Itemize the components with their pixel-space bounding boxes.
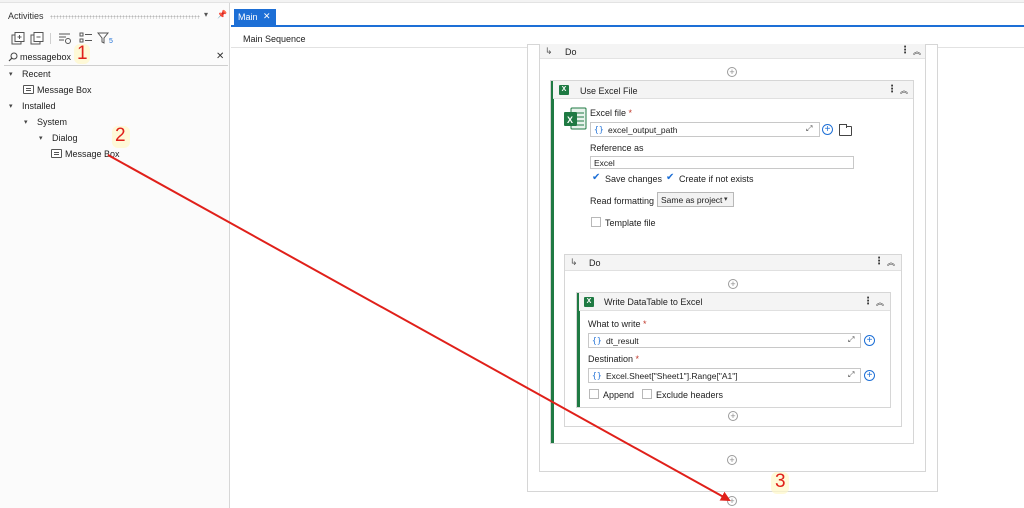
chevron-down-icon[interactable]: ▾: [724, 195, 728, 203]
what-to-write-value: dt_result: [606, 336, 639, 346]
search-icon: [8, 52, 18, 62]
breadcrumb[interactable]: Main Sequence: [243, 34, 306, 44]
read-formatting-select[interactable]: Same as project: [657, 192, 734, 207]
read-formatting-value: Same as project: [661, 195, 723, 205]
plus-icon[interactable]: +: [728, 411, 738, 421]
reference-as-field[interactable]: [590, 156, 854, 169]
filter-icon[interactable]: 5: [97, 32, 115, 45]
plus-icon[interactable]: +: [727, 67, 737, 77]
expression-braces-icon: {}: [592, 371, 602, 380]
tree-item-message-box[interactable]: Message Box: [65, 149, 120, 159]
kebab-icon[interactable]: ⋮: [874, 256, 884, 267]
inner-do-header[interactable]: [565, 255, 901, 271]
kebab-icon[interactable]: ⋮: [900, 45, 910, 56]
clear-icon[interactable]: ✕: [216, 51, 224, 62]
tab-main-label: Main: [238, 12, 258, 22]
chevron-down-icon[interactable]: ▾: [39, 134, 43, 142]
svg-text:X: X: [567, 115, 573, 125]
expand-editor-icon[interactable]: ⤢: [848, 370, 854, 380]
document-tab-bar: [231, 9, 1024, 27]
excel-file-value: excel_output_path: [608, 125, 678, 135]
plus-icon[interactable]: +: [822, 124, 833, 135]
destination-label-text: Destination: [588, 354, 634, 364]
show-recent-icon[interactable]: [58, 32, 72, 45]
destination-label: Destination *: [588, 354, 639, 364]
template-file-label: Template file: [605, 218, 656, 228]
message-box-icon: [51, 149, 62, 158]
annotation-step-3: 3: [775, 471, 786, 492]
expand-editor-icon[interactable]: ⤢: [848, 335, 854, 345]
kebab-icon[interactable]: ⋮: [887, 84, 897, 95]
reference-as-label: Reference as: [590, 143, 644, 153]
tree-item-message-box-recent[interactable]: Message Box: [37, 85, 92, 95]
pin-icon[interactable]: 📌: [217, 10, 227, 19]
folder-icon[interactable]: [839, 124, 852, 136]
expression-braces-icon: {}: [594, 125, 604, 134]
plus-icon[interactable]: +: [864, 335, 875, 346]
panel-drag-grip[interactable]: [50, 15, 200, 19]
toolbar-divider: [50, 33, 51, 44]
inner-do-label: Do: [589, 258, 601, 268]
annotation-step-1: 1: [77, 43, 88, 64]
chevron-down-icon[interactable]: ▾: [9, 70, 13, 78]
tree-group-recent[interactable]: Recent: [22, 69, 51, 79]
collapse-icon[interactable]: ︽: [913, 46, 921, 57]
chevron-down-icon[interactable]: ▾: [204, 10, 208, 19]
collapse-icon[interactable]: ︽: [876, 297, 884, 308]
do-branch-icon: ↳: [545, 46, 553, 56]
collapse-icon[interactable]: ︽: [900, 85, 908, 96]
save-changes-checkbox[interactable]: ✔: [592, 172, 600, 183]
message-box-icon: [23, 85, 34, 94]
exclude-headers-label: Exclude headers: [656, 390, 724, 400]
expand-editor-icon[interactable]: ⤢: [806, 124, 812, 134]
collapse-all-icon[interactable]: [30, 32, 44, 45]
expand-all-icon[interactable]: [11, 32, 25, 45]
what-to-write-label: What to write *: [588, 319, 647, 329]
plus-icon[interactable]: +: [864, 370, 875, 381]
close-icon[interactable]: ✕: [263, 11, 271, 22]
tree-group-dialog[interactable]: Dialog: [52, 133, 78, 143]
excel-icon: X: [559, 85, 569, 95]
chevron-down-icon[interactable]: ▾: [9, 102, 13, 110]
tree-group-installed[interactable]: Installed: [22, 101, 56, 111]
plus-icon[interactable]: +: [728, 279, 738, 289]
required-mark: *: [643, 319, 647, 329]
annotation-step-2: 2: [115, 125, 126, 146]
expression-braces-icon: {}: [592, 336, 602, 345]
what-to-write-label-text: What to write: [588, 319, 641, 329]
exclude-headers-checkbox[interactable]: [642, 389, 652, 399]
required-mark: *: [628, 108, 633, 118]
destination-value: Excel.Sheet["Sheet1"].Range["A1"]: [606, 371, 738, 381]
plus-icon[interactable]: +: [727, 455, 737, 465]
use-excel-file-title: Use Excel File: [580, 86, 638, 96]
write-datatable-title: Write DataTable to Excel: [604, 297, 703, 307]
svg-text:5: 5: [109, 38, 113, 45]
activities-title: Activities: [8, 11, 44, 21]
read-formatting-label: Read formatting: [590, 196, 655, 206]
append-checkbox[interactable]: [589, 389, 599, 399]
excel-accent-bar: [551, 81, 554, 443]
kebab-icon[interactable]: ⋮: [863, 296, 873, 307]
excel-file-label-text: Excel file: [590, 108, 627, 118]
save-changes-label: Save changes: [605, 174, 663, 184]
required-mark: *: [635, 354, 640, 364]
excel-file-label: Excel file *: [590, 108, 632, 118]
drop-target-plus-icon[interactable]: +: [727, 496, 737, 506]
chevron-down-icon[interactable]: ▾: [24, 118, 28, 126]
excel-icon: X: [564, 107, 587, 130]
template-file-checkbox[interactable]: [591, 217, 601, 227]
outer-do-label: Do: [565, 47, 577, 57]
do-branch-icon: ↳: [570, 257, 578, 267]
search-input[interactable]: messagebox: [20, 52, 71, 62]
create-if-not-exists-checkbox[interactable]: ✔: [666, 172, 674, 183]
outer-do-header[interactable]: [540, 44, 925, 59]
collapse-icon[interactable]: ︽: [887, 257, 895, 268]
excel-icon: X: [584, 297, 594, 307]
reference-as-value: Excel: [594, 158, 615, 168]
tree-group-system[interactable]: System: [37, 117, 67, 127]
create-if-not-exists-label: Create if not exists: [679, 174, 754, 184]
append-label: Append: [603, 390, 635, 400]
